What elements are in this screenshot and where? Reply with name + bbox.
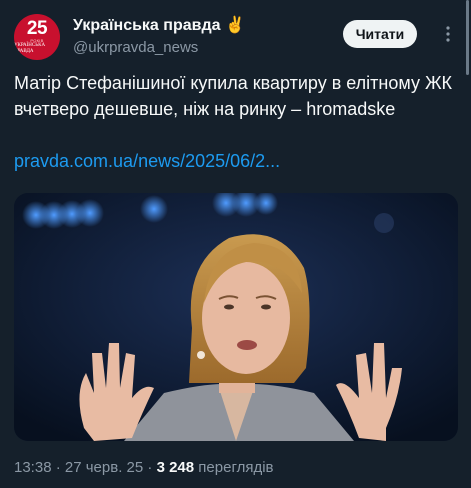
meta-separator: · xyxy=(51,459,65,476)
post-meta: 13:38 · 27 черв. 25 · 3 248 переглядів xyxy=(14,459,274,476)
views-count: 3 248 xyxy=(156,459,195,476)
avatar-caption-brand: УКРАЇНСЬКА ПРАВДА xyxy=(14,42,46,54)
author-handle[interactable]: @ukrpravda_news xyxy=(73,39,198,56)
scrollbar[interactable] xyxy=(466,0,469,75)
post-time[interactable]: 13:38 xyxy=(14,459,52,476)
post-date[interactable]: 27 черв. 25 xyxy=(65,459,143,476)
meta-separator: · xyxy=(143,459,157,476)
post-image[interactable] xyxy=(14,193,458,441)
views-label: переглядів xyxy=(194,459,274,476)
author-name[interactable]: Українська правда ✌️ xyxy=(73,15,245,35)
read-button[interactable]: Читати xyxy=(343,20,417,48)
avatar[interactable]: 25 РОКІВ УКРАЇНСЬКА ПРАВДА xyxy=(14,14,60,60)
post: 25 РОКІВ УКРАЇНСЬКА ПРАВДА Українська пр… xyxy=(0,0,471,488)
more-vertical-icon[interactable] xyxy=(440,22,456,46)
post-text: Матір Стефанішиної купила квартиру в елі… xyxy=(14,73,453,119)
post-link[interactable]: pravda.com.ua/news/2025/06/2... xyxy=(14,148,280,174)
avatar-number: 25 xyxy=(26,17,48,39)
